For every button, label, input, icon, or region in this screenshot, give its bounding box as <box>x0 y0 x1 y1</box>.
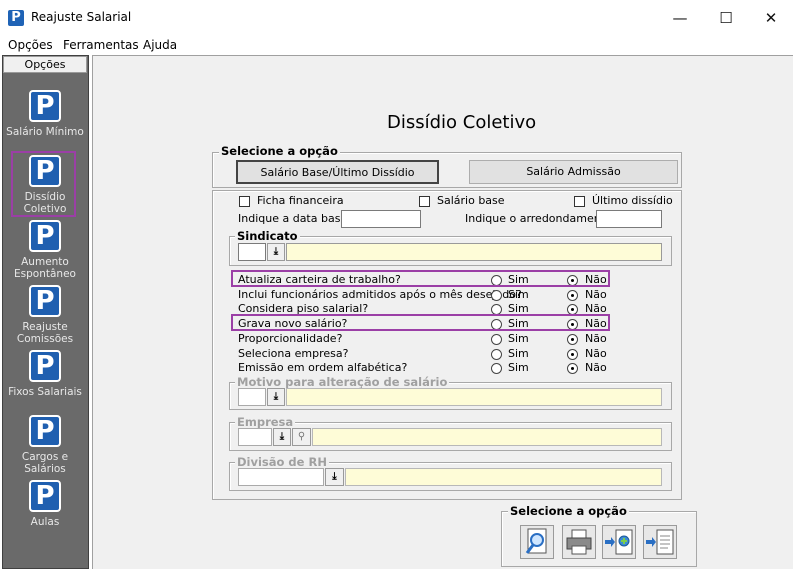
motivo-label: Motivo para alteração de salário <box>235 375 450 389</box>
radio-nao[interactable] <box>567 334 578 345</box>
radio-sim-label: Sim <box>508 347 529 360</box>
p-logo-icon: P <box>29 480 61 512</box>
salario-base-checkbox[interactable] <box>419 196 430 207</box>
app-icon: P <box>8 10 24 26</box>
radio-nao-label: Não <box>585 347 607 360</box>
preview-icon <box>525 528 547 554</box>
print-button[interactable] <box>562 525 596 559</box>
export-button[interactable] <box>602 525 636 559</box>
p-logo-icon: P <box>29 220 61 252</box>
sidebar-selection-highlight <box>11 151 76 217</box>
sidebar-item-fixos-salariais[interactable]: P Fixos Salariais <box>4 350 86 398</box>
maximize-button[interactable]: ☐ <box>703 0 749 36</box>
empresa-lookup-icon[interactable]: ⤓ <box>273 428 291 446</box>
menu-opcoes[interactable]: Opções <box>8 38 53 52</box>
sidebar-item-label: Reajuste Comissões <box>16 321 74 345</box>
divisao-name-field <box>345 468 662 486</box>
printer-icon <box>566 529 592 555</box>
motivo-name-field <box>286 388 662 406</box>
radio-sim-label: Sim <box>508 332 529 345</box>
window-title: Reajuste Salarial <box>31 10 132 24</box>
action-group-label: Selecione a opção <box>508 504 629 518</box>
sidebar-item-label: Aulas <box>30 516 60 528</box>
menu-ferramentas[interactable]: Ferramentas <box>63 38 139 52</box>
arredondamento-input[interactable] <box>596 210 662 228</box>
data-base-input[interactable] <box>341 210 421 228</box>
sidebar-item-label: Aumento Espontâneo <box>14 256 76 280</box>
radio-nao[interactable] <box>567 363 578 374</box>
empresa-search-icon[interactable]: ⚲ <box>292 428 311 446</box>
ficha-financeira-label: Ficha financeira <box>257 194 344 207</box>
minimize-button[interactable]: — <box>657 0 703 36</box>
empresa-label: Empresa <box>235 415 296 429</box>
p-logo-icon: P <box>29 350 61 382</box>
salario-base-button[interactable]: Salário Base/Último Dissídio <box>236 160 439 184</box>
export-icon <box>605 529 633 555</box>
question-highlight <box>231 314 610 331</box>
ultimo-dissidio-label: Último dissídio <box>592 194 673 207</box>
question-label: Proporcionalidade? <box>238 332 343 345</box>
radio-nao-label: Não <box>585 288 607 301</box>
document-icon <box>646 529 674 555</box>
sidebar-item-reajuste-comissoes[interactable]: P Reajuste Comissões <box>4 285 86 345</box>
document-button[interactable] <box>643 525 677 559</box>
radio-sim-label: Sim <box>508 361 529 374</box>
radio-sim[interactable] <box>491 334 502 345</box>
radio-sim-label: Sim <box>508 288 529 301</box>
question-label: Seleciona empresa? <box>238 347 349 360</box>
salario-admissao-button[interactable]: Salário Admissão <box>469 160 678 184</box>
radio-nao-label: Não <box>585 332 607 345</box>
sidebar-item-label: Salário Mínimo <box>6 126 84 138</box>
divisao-lookup-icon[interactable]: ⤓ <box>325 468 344 486</box>
radio-sim[interactable] <box>491 349 502 360</box>
sidebar-header: Opções <box>3 56 87 73</box>
arredondamento-label: Indique o arredondamento: <box>465 212 616 225</box>
sidebar-item-aulas[interactable]: P Aulas <box>4 480 86 528</box>
preview-button[interactable] <box>520 525 554 559</box>
empresa-code-input[interactable] <box>238 428 272 446</box>
sidebar-item-label: Cargos e Salários <box>21 451 69 475</box>
radio-sim[interactable] <box>491 363 502 374</box>
ficha-financeira-checkbox[interactable] <box>239 196 250 207</box>
p-logo-icon: P <box>29 285 61 317</box>
sidebar-item-label: Fixos Salariais <box>8 386 82 398</box>
salario-base-label: Salário base <box>437 194 505 207</box>
p-logo-icon: P <box>29 415 61 447</box>
option-group-label: Selecione a opção <box>219 144 340 158</box>
sidebar-item-aumento-espontaneo[interactable]: P Aumento Espontâneo <box>4 220 86 280</box>
radio-nao-label: Não <box>585 361 607 374</box>
divisao-code-input[interactable] <box>238 468 324 486</box>
sidebar-item-cargos-salarios[interactable]: P Cargos e Salários <box>4 415 86 475</box>
sindicato-label: Sindicato <box>235 229 300 243</box>
sindicato-lookup-icon[interactable]: ⤓ <box>267 243 285 261</box>
divisao-label: Divisão de RH <box>235 455 329 469</box>
close-button[interactable]: ✕ <box>748 0 794 36</box>
radio-sim[interactable] <box>491 290 502 301</box>
question-highlight <box>231 270 610 287</box>
radio-nao[interactable] <box>567 349 578 360</box>
page-title: Dissídio Coletivo <box>387 112 537 133</box>
motivo-lookup-icon[interactable]: ⤓ <box>267 388 285 406</box>
sindicato-name-field <box>286 243 662 261</box>
question-label: Inclui funcionários admitidos após o mês… <box>238 288 522 301</box>
menu-ajuda[interactable]: Ajuda <box>143 38 177 52</box>
radio-nao[interactable] <box>567 290 578 301</box>
ultimo-dissidio-checkbox[interactable] <box>574 196 585 207</box>
motivo-code-input[interactable] <box>238 388 266 406</box>
empresa-name-field <box>312 428 662 446</box>
sidebar-item-salario-minimo[interactable]: P Salário Mínimo <box>4 90 86 138</box>
data-base-label: Indique a data base: <box>238 212 351 225</box>
question-label: Emissão em ordem alfabética? <box>238 361 408 374</box>
p-logo-icon: P <box>29 90 61 122</box>
sindicato-code-input[interactable] <box>238 243 266 261</box>
